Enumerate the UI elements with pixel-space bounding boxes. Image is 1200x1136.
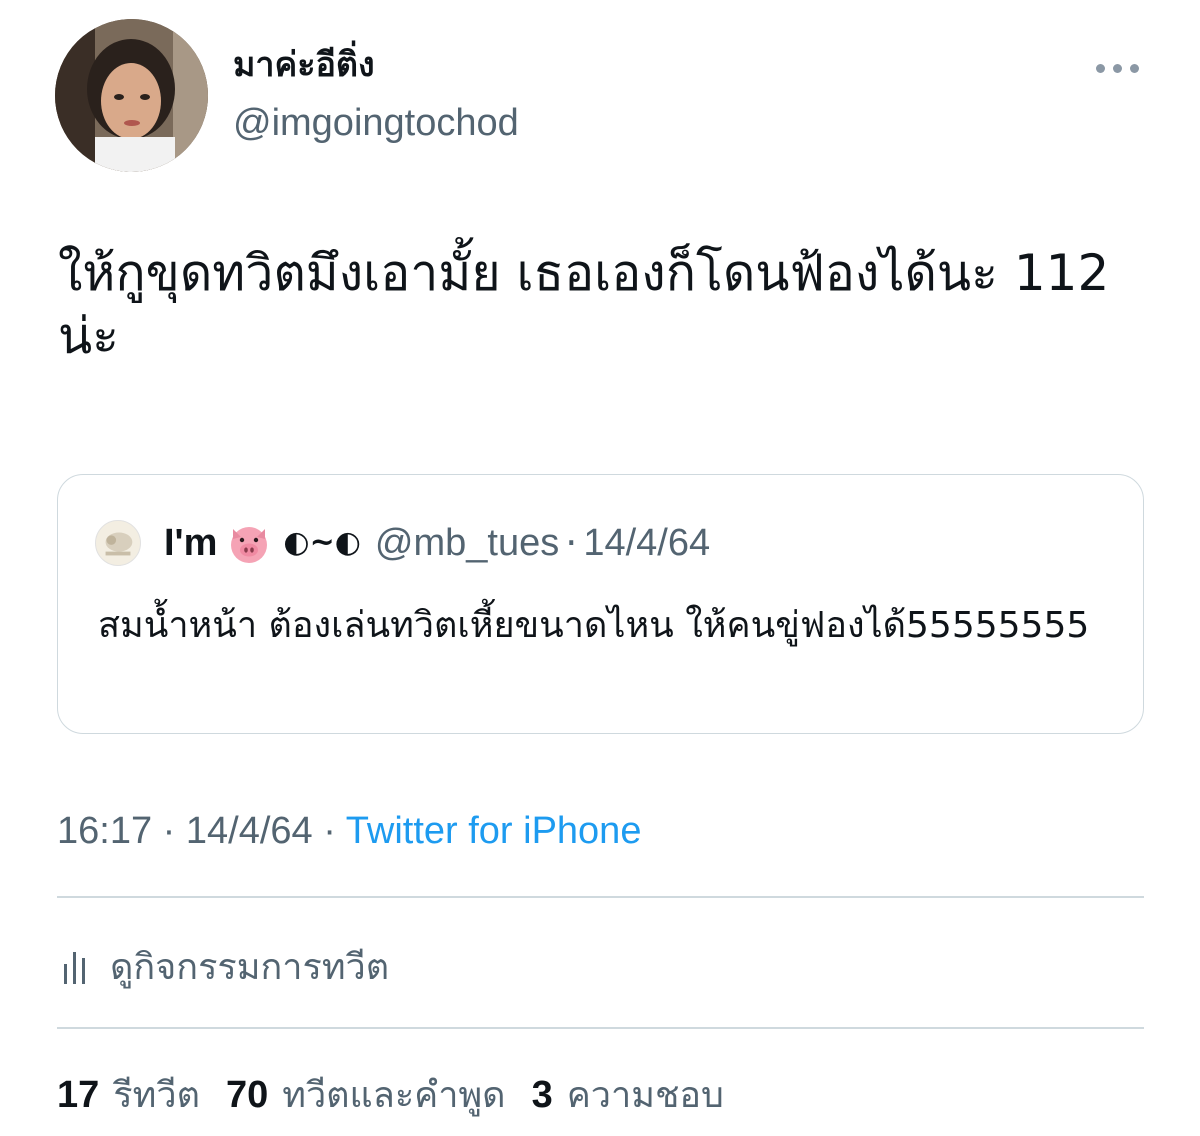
view-activity-label: ดูกิจกรรมการทวีต <box>110 947 390 988</box>
retweets-count: 17 <box>57 1074 100 1116</box>
tweet-text: ให้กูขุดทวิตมึงเอามั้ย เธอเองก็โดนฟ้องได… <box>58 244 1110 365</box>
meta-separator: · <box>323 810 336 852</box>
quoted-date: 14/4/64 <box>583 522 711 564</box>
more-options-icon[interactable] <box>1096 58 1142 78</box>
divider <box>57 1027 1144 1029</box>
avatar-image <box>55 19 208 172</box>
divider <box>57 896 1144 898</box>
author-handle[interactable]: @imgoingtochod <box>233 104 519 142</box>
quoted-author-name-suffix: ◐~◐ <box>283 525 361 560</box>
meta-separator: · <box>162 810 176 852</box>
more-dot <box>1113 63 1122 73</box>
quoted-separator: · <box>565 521 578 565</box>
quote-tweets-stat[interactable]: 70 ทวีตและคำพูด <box>226 1066 506 1123</box>
more-dot <box>1130 63 1139 73</box>
pig-face-icon <box>225 519 273 567</box>
quoted-tweet-card[interactable]: I'm ◐~◐ @mb_tues · 14/4/64 สมน้ำหน้า ต้อ… <box>57 474 1144 734</box>
quote-tweets-count: 70 <box>225 1074 269 1116</box>
likes-label: ความชอบ <box>566 1075 724 1116</box>
retweets-label: รีทวีต <box>113 1075 200 1116</box>
quoted-avatar-image <box>96 521 140 565</box>
author-avatar[interactable] <box>55 19 208 172</box>
tweet-date: 14/4/64 <box>185 810 313 852</box>
view-activity-button[interactable]: ดูกิจกรรมการทวีต <box>62 938 389 995</box>
retweets-stat[interactable]: 17 รีทวีต <box>57 1066 200 1123</box>
tweet-meta: 16:17 · 14/4/64 · Twitter for iPhone <box>57 810 641 853</box>
likes-stat[interactable]: 3 ความชอบ <box>532 1066 724 1123</box>
tweet-stats: 17 รีทวีต 70 ทวีตและคำพูด 3 ความชอบ <box>57 1066 750 1123</box>
quoted-author-name: I'm <box>164 522 218 564</box>
quote-tweets-label: ทวีตและคำพูด <box>282 1075 506 1116</box>
tweet-source-link[interactable]: Twitter for iPhone <box>346 810 642 852</box>
quoted-author-avatar <box>95 520 141 566</box>
quoted-tweet-header: I'm ◐~◐ @mb_tues · 14/4/64 <box>164 519 710 567</box>
quoted-author-handle: @mb_tues <box>374 522 560 564</box>
likes-count: 3 <box>531 1074 553 1116</box>
quoted-tweet-text: สมน้ำหน้า ต้องเล่นทวิตเหี้ยขนาดไหน ให้คน… <box>98 605 1090 646</box>
more-dot <box>1096 63 1105 73</box>
author-display-name[interactable]: มาค่ะอีติ่ง <box>233 48 375 82</box>
tweet-time: 16:17 <box>57 810 153 852</box>
analytics-bars-icon <box>64 951 85 984</box>
